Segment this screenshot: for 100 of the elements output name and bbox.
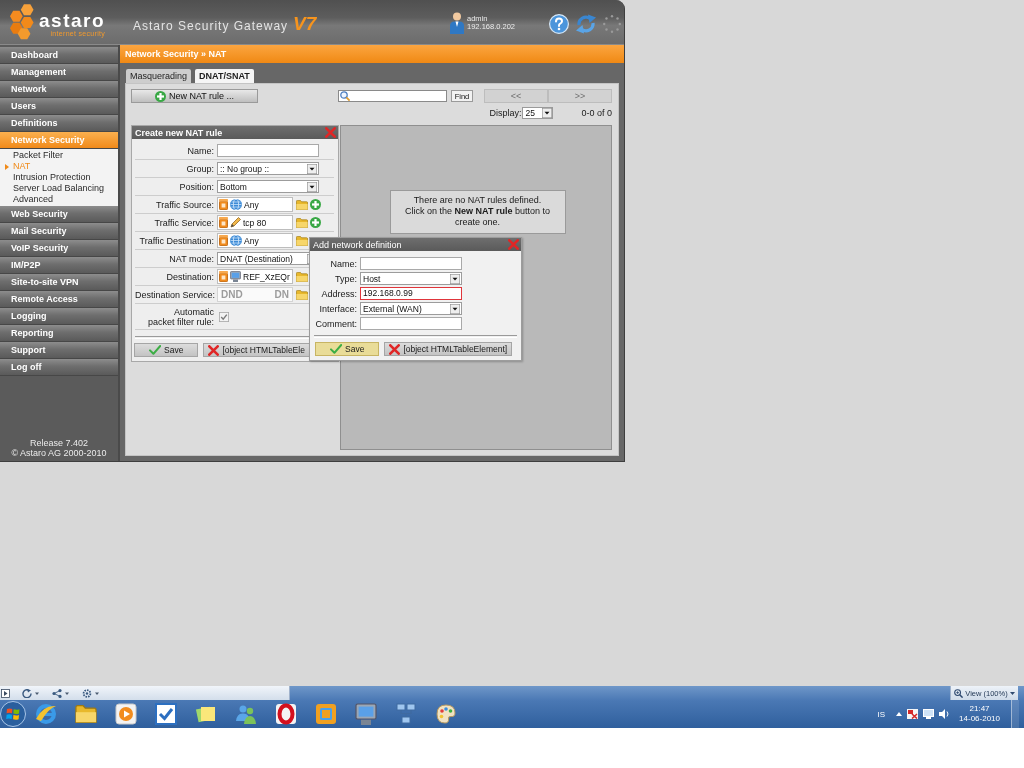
- save-button[interactable]: Save: [315, 342, 380, 356]
- spinner-icon: [603, 15, 621, 33]
- result-count: 0-0 of 0: [581, 107, 612, 118]
- plus-icon[interactable]: [310, 199, 321, 210]
- start-icon[interactable]: [0, 701, 26, 727]
- nav-item[interactable]: Definitions: [0, 115, 118, 132]
- nav-item[interactable]: Mail Security: [0, 223, 118, 240]
- select-field[interactable]: External (WAN): [360, 302, 462, 315]
- nav-item[interactable]: Dashboard: [0, 47, 118, 64]
- object-field[interactable]: REF_XzEQr: [217, 269, 293, 284]
- refresh-icon[interactable]: [22, 688, 40, 698]
- ring-icon[interactable]: [275, 703, 297, 725]
- pencil-icon: [230, 217, 241, 228]
- text-field[interactable]: [360, 317, 462, 330]
- object-field[interactable]: Any: [217, 197, 293, 212]
- nav-subitem[interactable]: Advanced: [13, 194, 54, 205]
- field-label: NAT mode:: [168, 253, 215, 264]
- text-field[interactable]: [360, 257, 462, 270]
- object-field[interactable]: Any: [217, 233, 293, 248]
- save-button[interactable]: Save: [134, 343, 199, 357]
- speaker-icon[interactable]: [939, 709, 951, 719]
- nav-item[interactable]: Network: [0, 81, 118, 98]
- folder-icon[interactable]: [296, 235, 308, 246]
- field-label: Automatic packet filter rule:: [146, 306, 215, 327]
- field-label: Position:: [178, 181, 215, 192]
- page-icon[interactable]: [1, 688, 10, 698]
- nav-item[interactable]: VoIP Security: [0, 240, 118, 257]
- field-label: Traffic Service:: [153, 217, 215, 228]
- bin-icon[interactable]: [219, 199, 228, 210]
- checkbox-icon[interactable]: [155, 703, 177, 725]
- up-arrow-icon[interactable]: [896, 712, 903, 716]
- folder-icon[interactable]: [296, 289, 308, 300]
- network-icon[interactable]: [395, 703, 417, 725]
- text-field[interactable]: 192.168.0.99: [360, 287, 462, 300]
- panel-title: Create new NAT rule: [135, 127, 223, 138]
- share-icon[interactable]: [52, 688, 70, 698]
- folder-icon[interactable]: [75, 705, 97, 723]
- show-desktop-button[interactable]: [1011, 700, 1019, 728]
- checkbox[interactable]: [219, 311, 229, 322]
- cross-icon: [389, 343, 401, 355]
- page-size-select[interactable]: 25: [522, 106, 554, 119]
- search-field[interactable]: [338, 90, 447, 102]
- monitor-icon[interactable]: [923, 709, 935, 719]
- nav-item[interactable]: Log off: [0, 359, 118, 376]
- nav-item[interactable]: Users: [0, 98, 118, 115]
- nav-item[interactable]: Web Security: [0, 206, 118, 223]
- bin-icon[interactable]: [219, 235, 228, 246]
- brand-name: astaro: [39, 12, 106, 30]
- user-icon: [450, 12, 465, 34]
- object-field[interactable]: tcp 80: [217, 215, 293, 230]
- nav-subitem[interactable]: Packet Filter: [13, 150, 63, 161]
- gear-icon[interactable]: [82, 688, 100, 698]
- people-icon[interactable]: [235, 703, 257, 725]
- nav-item[interactable]: Logging: [0, 308, 118, 325]
- field-label: Destination Service:: [135, 289, 217, 300]
- nav-subitem[interactable]: Intrusion Protection: [13, 172, 91, 183]
- select-field[interactable]: :: No group ::: [217, 162, 319, 175]
- field-label: Name:: [186, 145, 215, 156]
- nav-item[interactable]: Support: [0, 342, 118, 359]
- field-label: Name:: [329, 258, 358, 269]
- media-player-icon[interactable]: [115, 703, 137, 725]
- text-field[interactable]: [217, 144, 319, 157]
- select-field[interactable]: Bottom: [217, 180, 319, 193]
- cancel-button[interactable]: [object HTMLTableElement]: [384, 342, 513, 356]
- nav-item[interactable]: Site-to-site VPN: [0, 274, 118, 291]
- field-label: Traffic Destination:: [138, 235, 215, 246]
- clock-time: 21:47: [969, 704, 990, 714]
- zoom-icon: [954, 688, 964, 698]
- nav-subitem[interactable]: Server Load Balancing: [13, 183, 105, 194]
- new-rule-button[interactable]: New NAT rule ...: [131, 89, 258, 103]
- tab[interactable]: Masquerading: [126, 69, 192, 83]
- plus-icon[interactable]: [310, 217, 321, 228]
- field-label: Address:: [320, 288, 358, 299]
- refresh-icon[interactable]: [575, 14, 597, 34]
- language-indicator[interactable]: IS: [877, 709, 886, 719]
- tab[interactable]: DNAT/SNAT: [195, 69, 254, 83]
- nav-item[interactable]: Management: [0, 64, 118, 81]
- folder-icon[interactable]: [296, 217, 308, 228]
- bin-icon[interactable]: [219, 271, 228, 282]
- computer-icon[interactable]: [355, 703, 377, 725]
- plus-icon[interactable]: [154, 90, 166, 102]
- version-label: V7: [293, 13, 317, 35]
- folder-icon[interactable]: [296, 199, 308, 210]
- field-label: Interface:: [318, 303, 358, 314]
- field-label: Destination:: [165, 271, 215, 282]
- window-icon[interactable]: [315, 703, 337, 725]
- select-field[interactable]: Host: [360, 272, 462, 285]
- bin-icon[interactable]: [219, 217, 228, 228]
- browser-icon[interactable]: [35, 703, 57, 725]
- nav-item[interactable]: Reporting: [0, 325, 118, 342]
- nav-item[interactable]: IM/P2P: [0, 257, 118, 274]
- palette-icon[interactable]: [435, 703, 457, 725]
- empty-message: There are no NAT rules defined. Click on the New NAT rule button to create one.: [389, 190, 566, 234]
- clock-date: 14-06-2010: [959, 714, 1000, 724]
- field-label: Comment:: [314, 318, 358, 329]
- folder-icon[interactable]: [296, 271, 308, 282]
- help-icon[interactable]: [549, 14, 569, 34]
- cancel-button[interactable]: [object HTMLTableEle: [203, 343, 310, 357]
- flag-icon[interactable]: [907, 709, 919, 719]
- nav-item[interactable]: Remote Access: [0, 291, 118, 308]
